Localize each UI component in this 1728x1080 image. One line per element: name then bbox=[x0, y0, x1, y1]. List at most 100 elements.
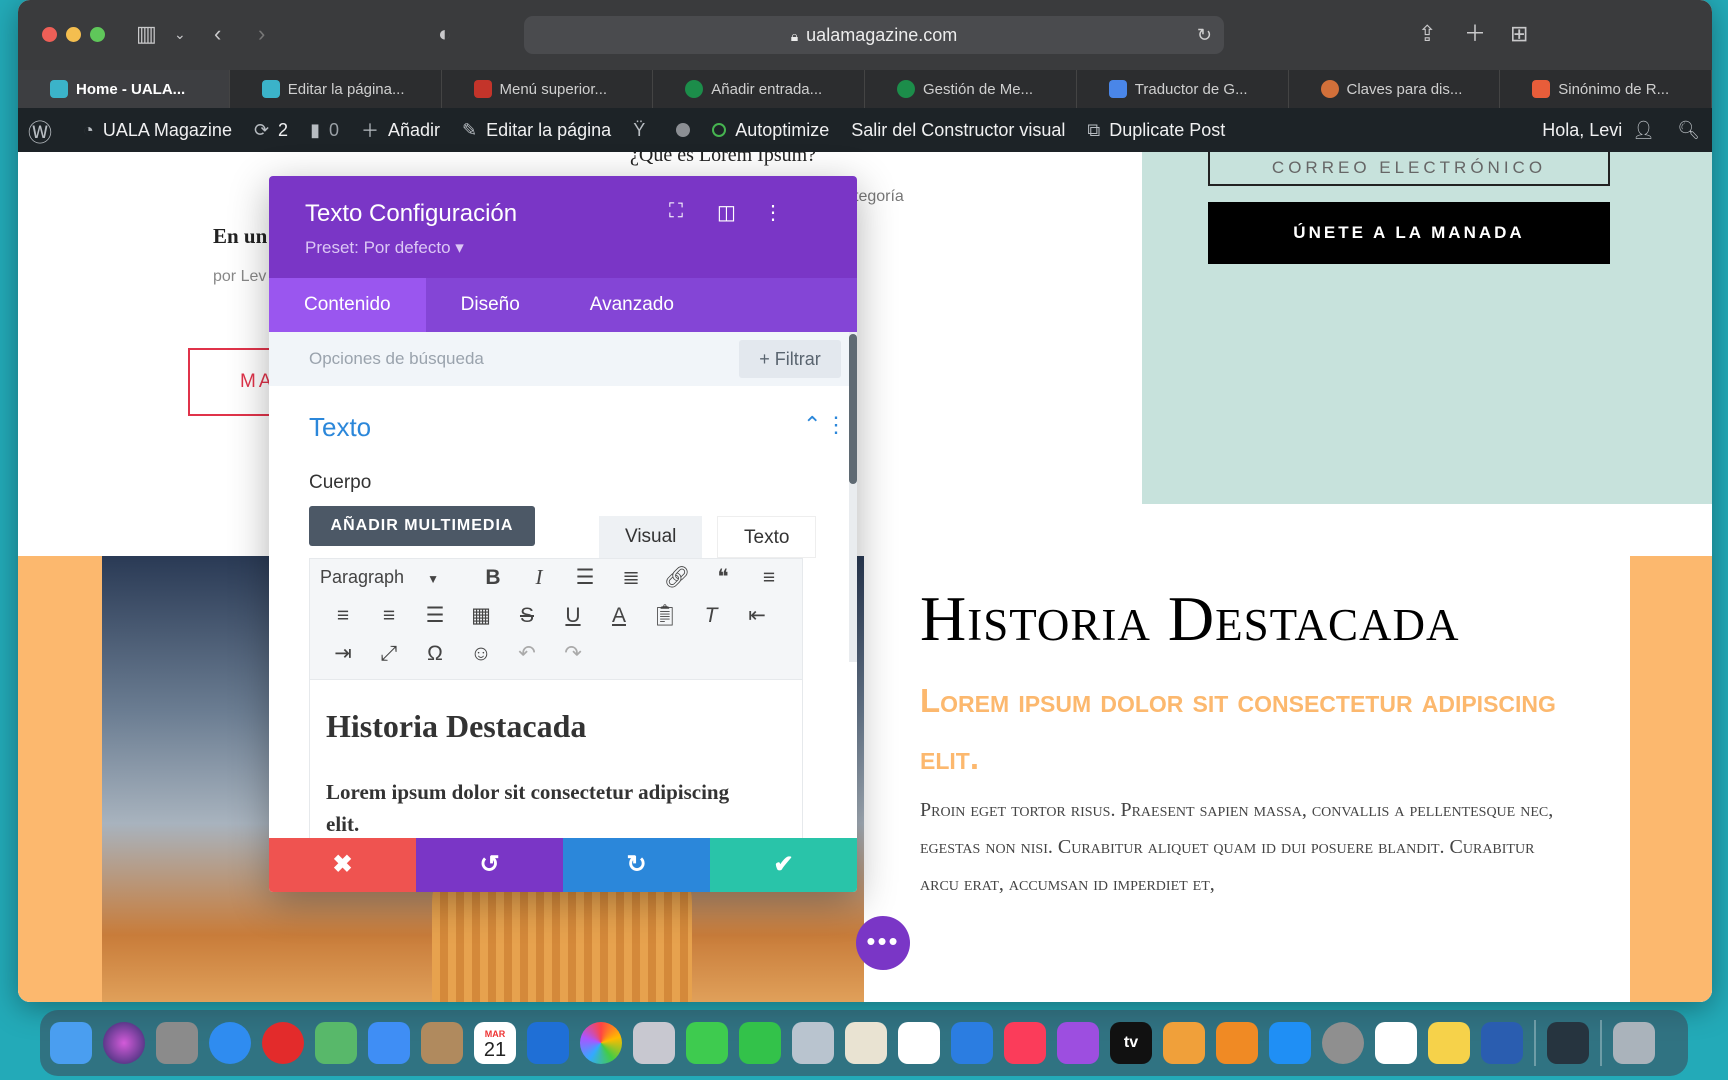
editor-tab-visual[interactable]: Visual bbox=[599, 516, 703, 558]
reload-icon[interactable]: ↻ bbox=[1197, 16, 1212, 54]
photos-icon[interactable] bbox=[580, 1022, 622, 1064]
chevron-up-icon[interactable]: ⌃ bbox=[803, 412, 821, 438]
italic-icon[interactable]: I bbox=[516, 565, 562, 590]
updates-link[interactable]: ⟳ 2 bbox=[254, 120, 288, 141]
exit-builder-link[interactable]: Salir del Constructor visual bbox=[851, 120, 1065, 141]
split-view-icon[interactable]: ◫ bbox=[717, 200, 736, 225]
redo-icon[interactable]: ↷ bbox=[550, 641, 596, 666]
instruments-icon[interactable] bbox=[633, 1022, 675, 1064]
align-center-icon[interactable]: ≡ bbox=[320, 604, 366, 628]
tab-traductor[interactable]: Traductor de G... bbox=[1077, 70, 1289, 108]
safari-icon[interactable] bbox=[209, 1022, 251, 1064]
siri-icon[interactable] bbox=[103, 1022, 145, 1064]
pages-icon[interactable] bbox=[1163, 1022, 1205, 1064]
quote-icon[interactable]: ❝ bbox=[700, 565, 746, 590]
section-more-icon[interactable]: ⋮ bbox=[825, 412, 847, 438]
justify-icon[interactable]: ☰ bbox=[412, 603, 458, 628]
strikethrough-icon[interactable]: S bbox=[504, 604, 550, 628]
post-title[interactable]: En un bbox=[213, 224, 267, 249]
reminders-icon[interactable] bbox=[1375, 1022, 1417, 1064]
emoji-icon[interactable]: ☺ bbox=[458, 642, 504, 666]
filter-button[interactable]: + Filtrar bbox=[739, 340, 841, 378]
section-texto-title[interactable]: Texto bbox=[309, 412, 371, 443]
tab-entrada[interactable]: Añadir entrada... bbox=[653, 70, 865, 108]
yoast-icon[interactable]: Ÿ bbox=[633, 120, 654, 141]
fullscreen-icon[interactable]: ⛶ bbox=[669, 200, 683, 223]
calendar-icon[interactable]: MAR 21 bbox=[474, 1022, 516, 1064]
facetime-icon[interactable] bbox=[739, 1022, 781, 1064]
options-search[interactable]: Opciones de búsqueda + Filtrar bbox=[269, 332, 857, 386]
bullet-list-icon[interactable]: ☰ bbox=[562, 565, 608, 590]
builder-menu-button[interactable]: ••• bbox=[856, 916, 910, 970]
mail-icon[interactable] bbox=[368, 1022, 410, 1064]
system-preferences-icon[interactable] bbox=[1322, 1022, 1364, 1064]
quicktime-icon[interactable] bbox=[1547, 1022, 1589, 1064]
editor-tab-text[interactable]: Texto bbox=[717, 516, 817, 558]
join-button[interactable]: ÚNETE A LA MANADA bbox=[1208, 202, 1610, 264]
shield-icon[interactable]: ◐ bbox=[438, 20, 451, 48]
redo-button[interactable]: ↻ bbox=[563, 838, 710, 892]
search-icon[interactable]: 🔍︎ bbox=[1677, 120, 1700, 141]
align-right-icon[interactable]: ≡ bbox=[366, 604, 412, 628]
edit-page-link[interactable]: ✎ Editar la página bbox=[462, 120, 611, 141]
music-icon[interactable] bbox=[1004, 1022, 1046, 1064]
numbered-list-icon[interactable]: ≣ bbox=[608, 565, 654, 590]
preview-icon[interactable] bbox=[792, 1022, 834, 1064]
modal-scroll-thumb[interactable] bbox=[849, 334, 857, 484]
site-name-link[interactable]: ◔ UALA Magazine bbox=[83, 120, 232, 141]
back-icon[interactable]: ‹ bbox=[214, 20, 221, 48]
share-icon[interactable]: ⇪ bbox=[1418, 20, 1436, 48]
trash-icon[interactable] bbox=[1613, 1022, 1655, 1064]
clear-format-icon[interactable]: T bbox=[688, 604, 734, 628]
apple-tv-icon[interactable]: tv bbox=[1110, 1022, 1152, 1064]
duplicate-post-link[interactable]: ⧉ Duplicate Post bbox=[1087, 120, 1225, 141]
tab-avanzado[interactable]: Avanzado bbox=[555, 278, 709, 332]
close-window-button[interactable] bbox=[42, 27, 57, 42]
comments-link[interactable]: ▮ 0 bbox=[310, 120, 339, 141]
wordpress-logo-icon[interactable]: Ⓦ bbox=[28, 113, 61, 148]
contacts-icon[interactable] bbox=[421, 1022, 463, 1064]
align-left-icon[interactable]: ≡ bbox=[746, 566, 792, 590]
youtube-icon[interactable] bbox=[262, 1022, 304, 1064]
fullscreen-editor-icon[interactable]: ⤢ bbox=[366, 642, 412, 666]
rich-text-editor[interactable]: Historia Destacada Lorem ipsum dolor sit… bbox=[309, 680, 803, 840]
bold-icon[interactable]: B bbox=[470, 566, 516, 590]
app-store-icon[interactable] bbox=[1269, 1022, 1311, 1064]
tab-contenido[interactable]: Contenido bbox=[269, 278, 426, 332]
add-media-button[interactable]: AÑADIR MULTIMEDIA bbox=[309, 506, 535, 546]
books-icon[interactable] bbox=[1216, 1022, 1258, 1064]
tab-menu[interactable]: Menú superior... bbox=[442, 70, 654, 108]
finder-icon[interactable] bbox=[50, 1022, 92, 1064]
indent-icon[interactable]: ⇥ bbox=[320, 641, 366, 666]
link-icon[interactable]: 🔗︎ bbox=[654, 566, 700, 590]
tab-overview-icon[interactable]: ⊞ bbox=[1510, 20, 1528, 48]
chevron-down-icon[interactable]: ⌄ bbox=[174, 20, 186, 48]
paragraph-select[interactable]: Paragraph ▼ bbox=[320, 567, 470, 588]
keynote-icon[interactable] bbox=[951, 1022, 993, 1064]
cancel-button[interactable]: ✖ bbox=[269, 838, 416, 892]
tab-diseno[interactable]: Diseño bbox=[426, 278, 555, 332]
undo-button[interactable]: ↺ bbox=[416, 838, 563, 892]
address-bar[interactable]: 🔒︎ ualamagazine.com ↻ bbox=[524, 16, 1224, 54]
text-color-icon[interactable]: A bbox=[596, 604, 642, 628]
email-input[interactable]: CORREO ELECTRÓNICO bbox=[1208, 152, 1610, 186]
tab-editar[interactable]: Editar la página... bbox=[230, 70, 442, 108]
table-icon[interactable]: ▦ bbox=[458, 603, 504, 628]
maps-icon[interactable] bbox=[315, 1022, 357, 1064]
forward-icon[interactable]: › bbox=[258, 20, 265, 48]
paste-text-icon[interactable]: 📋︎ bbox=[642, 604, 688, 628]
outdent-icon[interactable]: ⇤ bbox=[734, 603, 780, 628]
undo-icon[interactable]: ↶ bbox=[504, 641, 550, 666]
special-char-icon[interactable]: Ω bbox=[412, 642, 458, 666]
textedit-icon[interactable] bbox=[845, 1022, 887, 1064]
underline-icon[interactable]: U bbox=[550, 604, 596, 628]
autoptimize-link[interactable]: Autoptimize bbox=[712, 120, 829, 141]
notes-icon[interactable] bbox=[1428, 1022, 1470, 1064]
preset-dropdown[interactable]: Preset: Por defecto ▾ bbox=[305, 238, 464, 258]
minimize-window-button[interactable] bbox=[66, 27, 81, 42]
save-button[interactable]: ✔ bbox=[710, 838, 857, 892]
zoom-window-button[interactable] bbox=[90, 27, 105, 42]
tab-sinonimo[interactable]: Sinónimo de R... bbox=[1500, 70, 1712, 108]
launchpad-icon[interactable] bbox=[156, 1022, 198, 1064]
tab-gestion[interactable]: Gestión de Me... bbox=[865, 70, 1077, 108]
